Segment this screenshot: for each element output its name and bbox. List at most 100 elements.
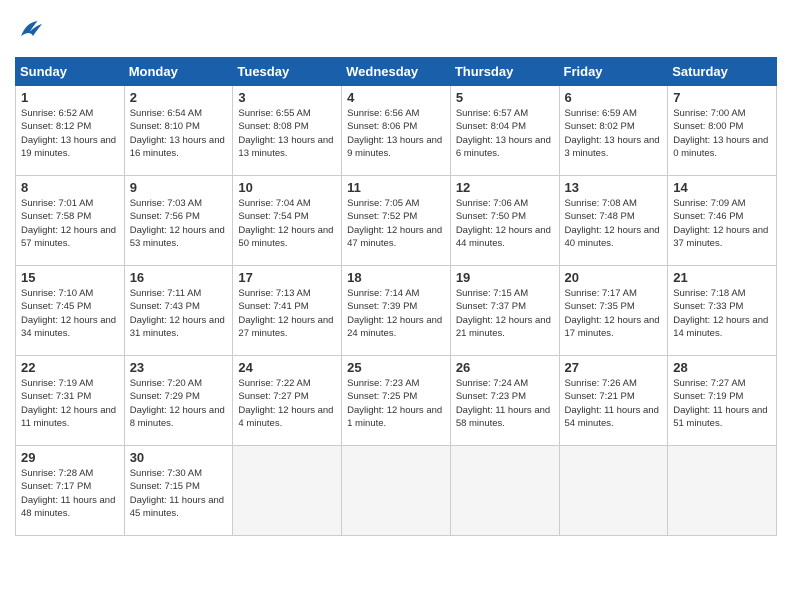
- day-info: Sunrise: 7:00 AM Sunset: 8:00 PM Dayligh…: [673, 107, 771, 160]
- day-info: Sunrise: 7:30 AM Sunset: 7:15 PM Dayligh…: [130, 467, 228, 520]
- day-number: 18: [347, 270, 445, 285]
- calendar-day-9: 9 Sunrise: 7:03 AM Sunset: 7:56 PM Dayli…: [124, 176, 233, 266]
- day-number: 2: [130, 90, 228, 105]
- page-header: [15, 15, 777, 45]
- calendar-day-4: 4 Sunrise: 6:56 AM Sunset: 8:06 PM Dayli…: [342, 86, 451, 176]
- day-number: 5: [456, 90, 554, 105]
- calendar-week-row: 15 Sunrise: 7:10 AM Sunset: 7:45 PM Dayl…: [16, 266, 777, 356]
- day-info: Sunrise: 7:17 AM Sunset: 7:35 PM Dayligh…: [565, 287, 663, 340]
- day-info: Sunrise: 7:06 AM Sunset: 7:50 PM Dayligh…: [456, 197, 554, 250]
- day-number: 28: [673, 360, 771, 375]
- day-number: 19: [456, 270, 554, 285]
- day-info: Sunrise: 7:09 AM Sunset: 7:46 PM Dayligh…: [673, 197, 771, 250]
- calendar-day-11: 11 Sunrise: 7:05 AM Sunset: 7:52 PM Dayl…: [342, 176, 451, 266]
- empty-cell: [233, 446, 342, 536]
- empty-cell: [450, 446, 559, 536]
- calendar-day-27: 27 Sunrise: 7:26 AM Sunset: 7:21 PM Dayl…: [559, 356, 668, 446]
- day-info: Sunrise: 7:11 AM Sunset: 7:43 PM Dayligh…: [130, 287, 228, 340]
- day-number: 13: [565, 180, 663, 195]
- day-number: 26: [456, 360, 554, 375]
- calendar-day-3: 3 Sunrise: 6:55 AM Sunset: 8:08 PM Dayli…: [233, 86, 342, 176]
- day-info: Sunrise: 7:24 AM Sunset: 7:23 PM Dayligh…: [456, 377, 554, 430]
- day-number: 11: [347, 180, 445, 195]
- calendar-week-row: 8 Sunrise: 7:01 AM Sunset: 7:58 PM Dayli…: [16, 176, 777, 266]
- empty-cell: [559, 446, 668, 536]
- day-number: 16: [130, 270, 228, 285]
- empty-cell: [668, 446, 777, 536]
- calendar-day-10: 10 Sunrise: 7:04 AM Sunset: 7:54 PM Dayl…: [233, 176, 342, 266]
- day-info: Sunrise: 7:05 AM Sunset: 7:52 PM Dayligh…: [347, 197, 445, 250]
- calendar-header-wednesday: Wednesday: [342, 58, 451, 86]
- day-number: 4: [347, 90, 445, 105]
- calendar-header-thursday: Thursday: [450, 58, 559, 86]
- day-info: Sunrise: 7:22 AM Sunset: 7:27 PM Dayligh…: [238, 377, 336, 430]
- day-number: 14: [673, 180, 771, 195]
- day-number: 17: [238, 270, 336, 285]
- day-number: 3: [238, 90, 336, 105]
- logo-bird-icon: [15, 15, 45, 45]
- calendar-day-2: 2 Sunrise: 6:54 AM Sunset: 8:10 PM Dayli…: [124, 86, 233, 176]
- day-info: Sunrise: 7:15 AM Sunset: 7:37 PM Dayligh…: [456, 287, 554, 340]
- day-info: Sunrise: 7:18 AM Sunset: 7:33 PM Dayligh…: [673, 287, 771, 340]
- day-number: 24: [238, 360, 336, 375]
- day-info: Sunrise: 7:28 AM Sunset: 7:17 PM Dayligh…: [21, 467, 119, 520]
- day-number: 7: [673, 90, 771, 105]
- calendar-day-13: 13 Sunrise: 7:08 AM Sunset: 7:48 PM Dayl…: [559, 176, 668, 266]
- day-info: Sunrise: 7:14 AM Sunset: 7:39 PM Dayligh…: [347, 287, 445, 340]
- calendar-day-17: 17 Sunrise: 7:13 AM Sunset: 7:41 PM Dayl…: [233, 266, 342, 356]
- day-number: 8: [21, 180, 119, 195]
- calendar-day-22: 22 Sunrise: 7:19 AM Sunset: 7:31 PM Dayl…: [16, 356, 125, 446]
- day-number: 23: [130, 360, 228, 375]
- calendar-day-8: 8 Sunrise: 7:01 AM Sunset: 7:58 PM Dayli…: [16, 176, 125, 266]
- day-info: Sunrise: 7:13 AM Sunset: 7:41 PM Dayligh…: [238, 287, 336, 340]
- calendar-header-saturday: Saturday: [668, 58, 777, 86]
- day-number: 30: [130, 450, 228, 465]
- calendar-week-row: 1 Sunrise: 6:52 AM Sunset: 8:12 PM Dayli…: [16, 86, 777, 176]
- day-info: Sunrise: 6:59 AM Sunset: 8:02 PM Dayligh…: [565, 107, 663, 160]
- calendar-day-6: 6 Sunrise: 6:59 AM Sunset: 8:02 PM Dayli…: [559, 86, 668, 176]
- day-info: Sunrise: 6:54 AM Sunset: 8:10 PM Dayligh…: [130, 107, 228, 160]
- calendar-day-14: 14 Sunrise: 7:09 AM Sunset: 7:46 PM Dayl…: [668, 176, 777, 266]
- calendar-day-21: 21 Sunrise: 7:18 AM Sunset: 7:33 PM Dayl…: [668, 266, 777, 356]
- calendar-day-1: 1 Sunrise: 6:52 AM Sunset: 8:12 PM Dayli…: [16, 86, 125, 176]
- calendar-day-12: 12 Sunrise: 7:06 AM Sunset: 7:50 PM Dayl…: [450, 176, 559, 266]
- day-info: Sunrise: 6:57 AM Sunset: 8:04 PM Dayligh…: [456, 107, 554, 160]
- day-info: Sunrise: 7:10 AM Sunset: 7:45 PM Dayligh…: [21, 287, 119, 340]
- day-info: Sunrise: 7:01 AM Sunset: 7:58 PM Dayligh…: [21, 197, 119, 250]
- day-number: 21: [673, 270, 771, 285]
- day-number: 27: [565, 360, 663, 375]
- day-number: 1: [21, 90, 119, 105]
- calendar-header-friday: Friday: [559, 58, 668, 86]
- calendar-day-28: 28 Sunrise: 7:27 AM Sunset: 7:19 PM Dayl…: [668, 356, 777, 446]
- calendar-header-tuesday: Tuesday: [233, 58, 342, 86]
- day-info: Sunrise: 6:56 AM Sunset: 8:06 PM Dayligh…: [347, 107, 445, 160]
- calendar-day-18: 18 Sunrise: 7:14 AM Sunset: 7:39 PM Dayl…: [342, 266, 451, 356]
- calendar-table: SundayMondayTuesdayWednesdayThursdayFrid…: [15, 57, 777, 536]
- day-info: Sunrise: 6:55 AM Sunset: 8:08 PM Dayligh…: [238, 107, 336, 160]
- day-info: Sunrise: 7:03 AM Sunset: 7:56 PM Dayligh…: [130, 197, 228, 250]
- logo: [15, 15, 49, 45]
- day-number: 20: [565, 270, 663, 285]
- calendar-day-15: 15 Sunrise: 7:10 AM Sunset: 7:45 PM Dayl…: [16, 266, 125, 356]
- calendar-day-24: 24 Sunrise: 7:22 AM Sunset: 7:27 PM Dayl…: [233, 356, 342, 446]
- day-info: Sunrise: 7:08 AM Sunset: 7:48 PM Dayligh…: [565, 197, 663, 250]
- day-info: Sunrise: 7:26 AM Sunset: 7:21 PM Dayligh…: [565, 377, 663, 430]
- day-number: 29: [21, 450, 119, 465]
- calendar-header-row: SundayMondayTuesdayWednesdayThursdayFrid…: [16, 58, 777, 86]
- day-info: Sunrise: 7:20 AM Sunset: 7:29 PM Dayligh…: [130, 377, 228, 430]
- calendar-week-row: 29 Sunrise: 7:28 AM Sunset: 7:17 PM Dayl…: [16, 446, 777, 536]
- day-number: 15: [21, 270, 119, 285]
- empty-cell: [342, 446, 451, 536]
- day-info: Sunrise: 7:27 AM Sunset: 7:19 PM Dayligh…: [673, 377, 771, 430]
- day-info: Sunrise: 7:04 AM Sunset: 7:54 PM Dayligh…: [238, 197, 336, 250]
- calendar-header-monday: Monday: [124, 58, 233, 86]
- day-number: 12: [456, 180, 554, 195]
- calendar-day-26: 26 Sunrise: 7:24 AM Sunset: 7:23 PM Dayl…: [450, 356, 559, 446]
- calendar-day-16: 16 Sunrise: 7:11 AM Sunset: 7:43 PM Dayl…: [124, 266, 233, 356]
- day-info: Sunrise: 7:23 AM Sunset: 7:25 PM Dayligh…: [347, 377, 445, 430]
- calendar-day-30: 30 Sunrise: 7:30 AM Sunset: 7:15 PM Dayl…: [124, 446, 233, 536]
- calendar-week-row: 22 Sunrise: 7:19 AM Sunset: 7:31 PM Dayl…: [16, 356, 777, 446]
- calendar-day-29: 29 Sunrise: 7:28 AM Sunset: 7:17 PM Dayl…: [16, 446, 125, 536]
- calendar-day-20: 20 Sunrise: 7:17 AM Sunset: 7:35 PM Dayl…: [559, 266, 668, 356]
- calendar-day-7: 7 Sunrise: 7:00 AM Sunset: 8:00 PM Dayli…: [668, 86, 777, 176]
